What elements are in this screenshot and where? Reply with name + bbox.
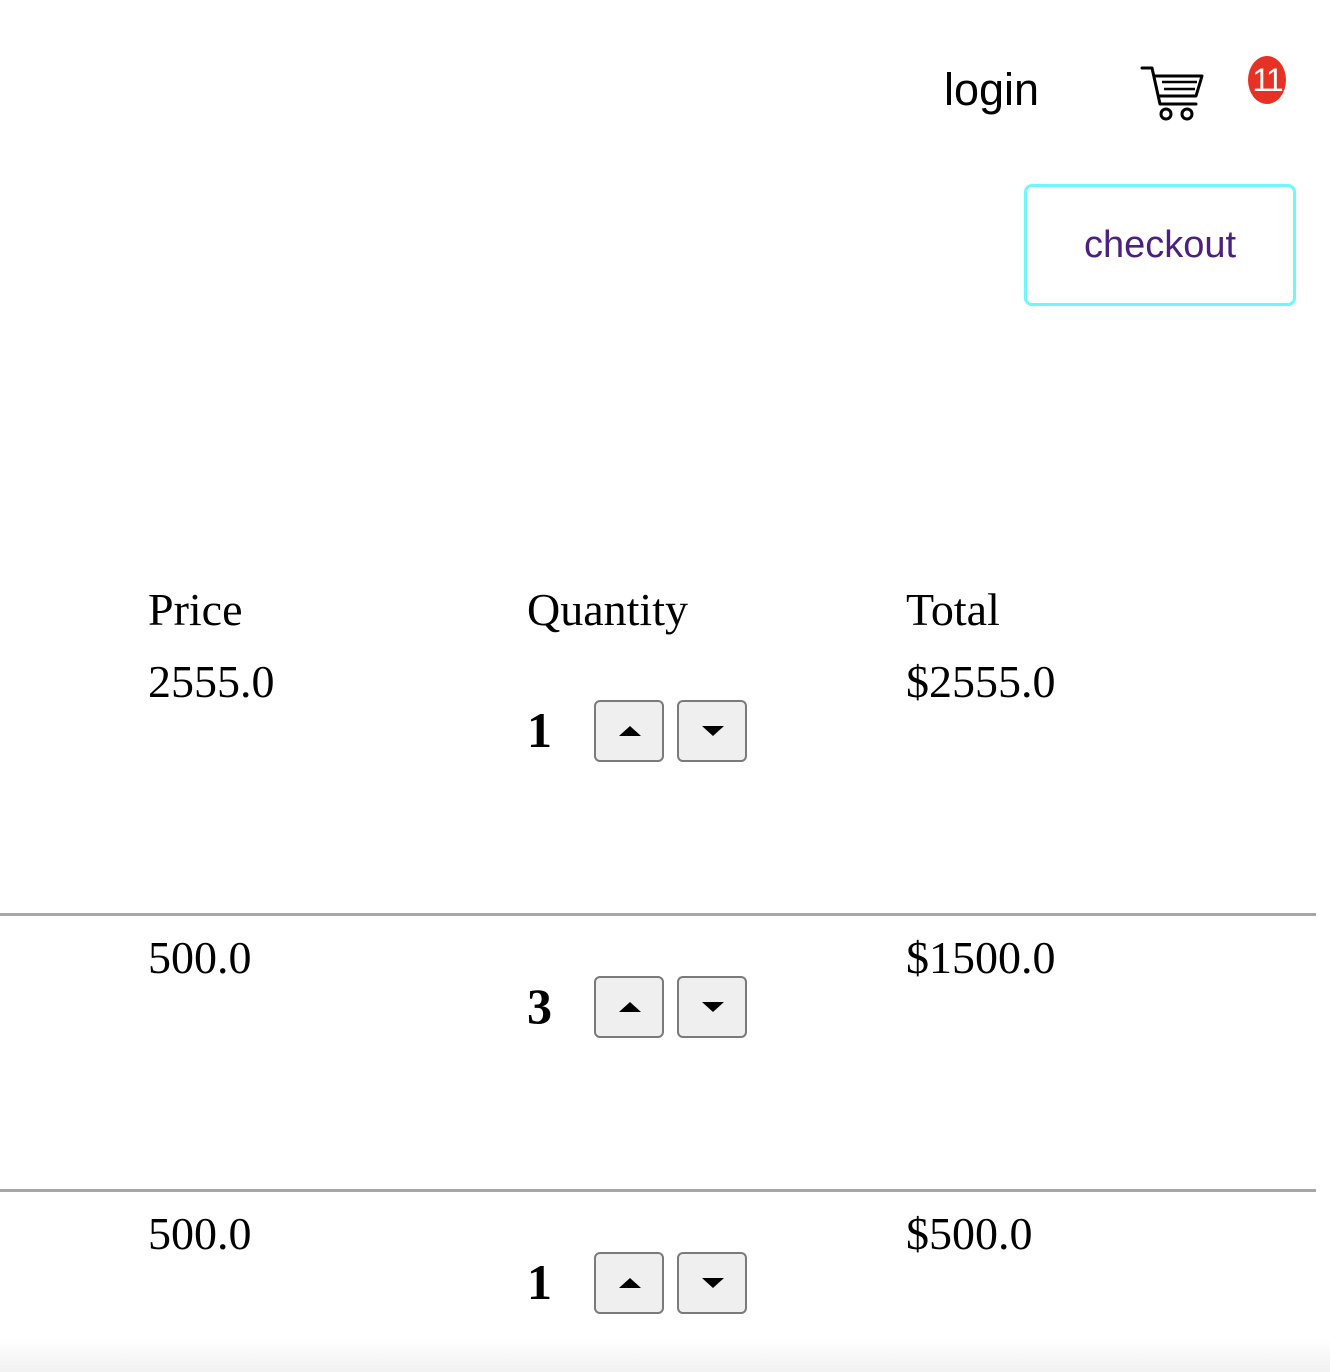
item-total: $500.0 <box>906 1208 1033 1259</box>
item-quantity: 1 <box>527 1254 552 1310</box>
caret-up-icon <box>619 726 641 736</box>
caret-up-icon <box>619 1002 641 1012</box>
cart-row: 500.0 3 $1500.0 <box>0 916 1316 1192</box>
item-quantity: 1 <box>527 702 552 758</box>
item-price: 500.0 <box>148 932 252 983</box>
column-header-price: Price <box>148 584 243 635</box>
item-price: 500.0 <box>148 1208 252 1259</box>
item-quantity: 3 <box>527 978 552 1034</box>
caret-down-icon <box>702 1002 724 1012</box>
caret-up-icon <box>619 1278 641 1288</box>
item-price: 2555.0 <box>148 656 275 707</box>
item-total: $1500.0 <box>906 932 1056 983</box>
quantity-decrease-button[interactable] <box>677 976 747 1038</box>
caret-down-icon <box>702 1278 724 1288</box>
item-total: $2555.0 <box>906 656 1056 707</box>
quantity-increase-button[interactable] <box>594 700 664 762</box>
column-header-total: Total <box>906 584 1000 635</box>
shopping-cart-icon[interactable] <box>1140 62 1206 122</box>
cart-count-badge: 11 <box>1248 56 1286 104</box>
cart-row: 500.0 1 $500.0 <box>0 1192 1316 1372</box>
quantity-increase-button[interactable] <box>594 976 664 1038</box>
cart-row: 2555.0 1 $2555.0 <box>0 640 1316 916</box>
column-header-quantity: Quantity <box>527 584 688 635</box>
quantity-increase-button[interactable] <box>594 1252 664 1314</box>
quantity-decrease-button[interactable] <box>677 700 747 762</box>
login-link[interactable]: login <box>944 62 1039 118</box>
quantity-decrease-button[interactable] <box>677 1252 747 1314</box>
checkout-button[interactable]: checkout <box>1024 184 1296 306</box>
caret-down-icon <box>702 726 724 736</box>
